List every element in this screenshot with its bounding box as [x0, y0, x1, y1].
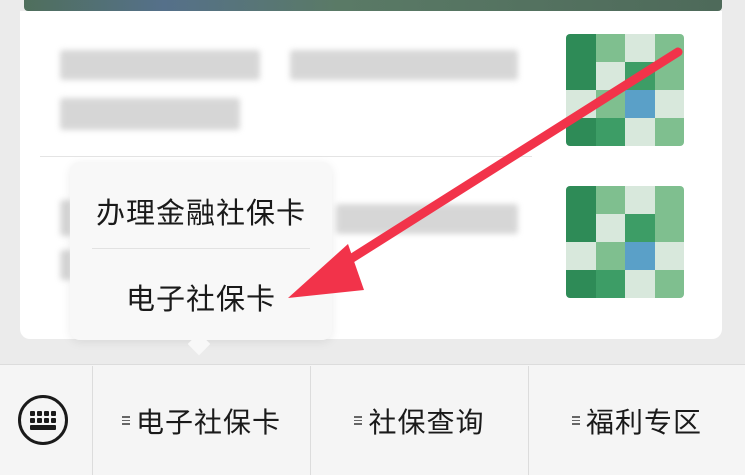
- annotation-arrow: [288, 47, 683, 298]
